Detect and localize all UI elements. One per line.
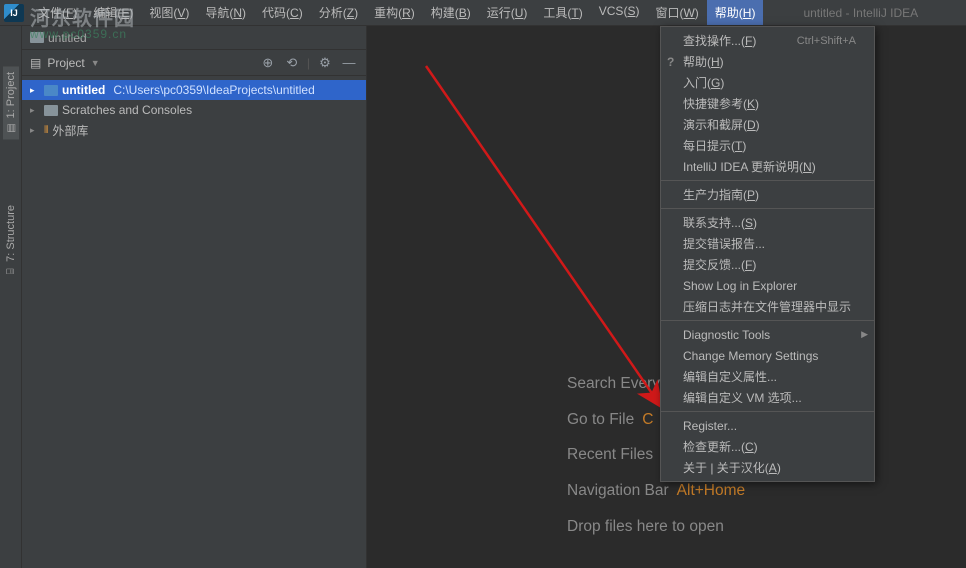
menu-VCSS[interactable]: VCS(S) [591, 0, 648, 25]
main-menubar: IJ 文件(F)编辑(E)视图(V)导航(N)代码(C)分析(Z)重构(R)构建… [0, 0, 966, 26]
help-menu-item[interactable]: 入门(G) [661, 72, 874, 93]
folder-icon [44, 105, 58, 116]
submenu-arrow-icon: ▶ [861, 329, 868, 340]
help-menu-item[interactable]: 快捷键参考(K) [661, 93, 874, 114]
menu-C[interactable]: 代码(C) [254, 0, 311, 25]
help-menu-item[interactable]: Diagnostic Tools▶ [661, 324, 874, 345]
tree-row-libs[interactable]: ▸⦀外部库 [22, 120, 366, 140]
help-menu-item[interactable]: 检查更新...(C) [661, 436, 874, 457]
help-menu-item[interactable]: 压缩日志并在文件管理器中显示 [661, 296, 874, 317]
help-menu-item[interactable]: 编辑自定义属性... [661, 366, 874, 387]
menu-E[interactable]: 编辑(E) [85, 0, 141, 25]
project-icon: ▤ [5, 123, 16, 132]
chevron-down-icon[interactable]: ▼ [91, 58, 100, 68]
help-menu-item[interactable]: Change Memory Settings [661, 345, 874, 366]
welcome-row: Drop files here to open [567, 509, 745, 545]
folder-icon [30, 32, 44, 43]
help-menu-item[interactable]: 联系支持...(S) [661, 212, 874, 233]
breadcrumb-label: untitled [48, 31, 87, 45]
panel-title-icon: ▤ [30, 56, 41, 70]
help-menu-item[interactable]: IntelliJ IDEA 更新说明(N) [661, 156, 874, 177]
menu-W[interactable]: 窗口(W) [647, 0, 706, 25]
structure-icon: ⌸ [5, 269, 16, 275]
menu-F[interactable]: 文件(F) [30, 0, 85, 25]
help-menu-item[interactable]: 提交错误报告... [661, 233, 874, 254]
menu-T[interactable]: 工具(T) [535, 0, 590, 25]
help-menu-item[interactable]: 提交反馈...(F) [661, 254, 874, 275]
locate-icon[interactable]: ⟲ [283, 54, 301, 72]
help-menu-item[interactable]: ?帮助(H) [661, 51, 874, 72]
gear-icon[interactable]: ⚙ [316, 54, 334, 72]
help-menu-item[interactable]: Show Log in Explorer [661, 275, 874, 296]
menu-N[interactable]: 导航(N) [197, 0, 254, 25]
left-tool-gutter: ▤ 1: Project ⌸ 7: Structure [0, 26, 22, 568]
module-folder-icon [44, 85, 58, 96]
menu-H[interactable]: 帮助(H) [707, 0, 764, 25]
help-menu-item[interactable]: Register... [661, 415, 874, 436]
hide-icon[interactable]: — [340, 54, 358, 72]
help-dropdown-menu: 查找操作...(F)Ctrl+Shift+A?帮助(H)入门(G)快捷键参考(K… [660, 26, 875, 482]
help-menu-item[interactable]: 编辑自定义 VM 选项... [661, 387, 874, 408]
menu-U[interactable]: 运行(U) [479, 0, 536, 25]
libraries-icon: ⦀ [44, 125, 48, 136]
menu-separator [661, 180, 874, 181]
help-icon: ? [667, 55, 681, 69]
help-menu-item[interactable]: 生产力指南(P) [661, 184, 874, 205]
project-tool-window: untitled ▤ Project ▼ ⊕ ⟲ | ⚙ — ▸untitled… [22, 26, 367, 568]
expand-arrow-icon[interactable]: ▸ [30, 105, 40, 116]
help-menu-item[interactable]: 关于 | 关于汉化(A) [661, 457, 874, 478]
help-menu-item[interactable]: 查找操作...(F)Ctrl+Shift+A [661, 30, 874, 51]
menu-V[interactable]: 视图(V) [141, 0, 197, 25]
panel-title: Project [47, 56, 84, 70]
menu-separator [661, 208, 874, 209]
tree-row-scratches[interactable]: ▸Scratches and Consoles [22, 100, 366, 120]
menu-separator [661, 411, 874, 412]
menu-separator [661, 320, 874, 321]
help-menu-item[interactable]: 演示和截屏(D) [661, 114, 874, 135]
menu-B[interactable]: 构建(B) [423, 0, 479, 25]
project-panel-header: ▤ Project ▼ ⊕ ⟲ | ⚙ — [22, 50, 366, 76]
app-logo-icon: IJ [4, 4, 24, 22]
window-title: untitled - IntelliJ IDEA [803, 6, 918, 20]
expand-arrow-icon[interactable]: ▸ [30, 125, 40, 136]
collapse-all-icon[interactable]: ⊕ [259, 54, 277, 72]
menu-R[interactable]: 重构(R) [366, 0, 423, 25]
breadcrumb[interactable]: untitled [22, 26, 366, 50]
menu-Z[interactable]: 分析(Z) [311, 0, 366, 25]
project-tree: ▸untitledC:\Users\pc0359\IdeaProjects\un… [22, 76, 366, 144]
tree-row-project[interactable]: ▸untitledC:\Users\pc0359\IdeaProjects\un… [22, 80, 366, 100]
gutter-tab-project[interactable]: ▤ 1: Project [3, 66, 19, 139]
help-menu-item[interactable]: 每日提示(T) [661, 135, 874, 156]
gutter-tab-structure[interactable]: ⌸ 7: Structure [3, 199, 19, 283]
expand-arrow-icon[interactable]: ▸ [30, 85, 40, 96]
